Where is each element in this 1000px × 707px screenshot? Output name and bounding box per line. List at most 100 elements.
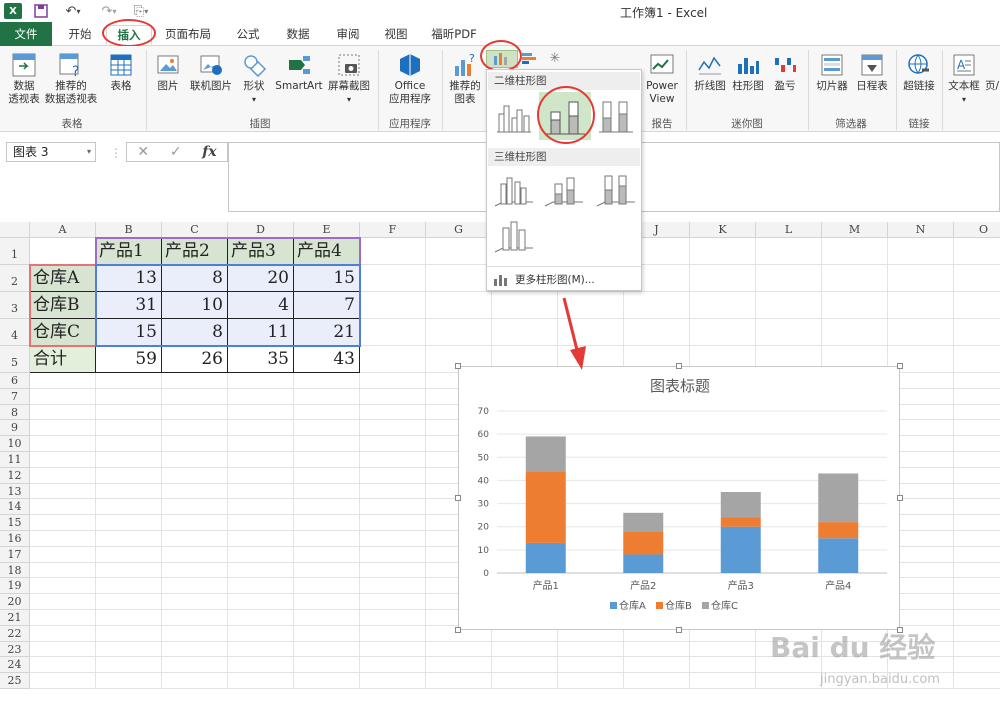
grid-cell[interactable]	[954, 547, 1000, 563]
grid-cell[interactable]	[294, 404, 360, 421]
grid-cell[interactable]	[162, 531, 228, 547]
column-header[interactable]: F	[360, 222, 426, 238]
picture-button[interactable]: 图片	[152, 52, 184, 93]
column-header[interactable]: E	[294, 222, 360, 238]
table-corner-cell[interactable]	[30, 238, 96, 265]
grid-cell[interactable]	[954, 373, 1000, 389]
grid-cell[interactable]	[954, 657, 1000, 674]
grid-cell[interactable]	[162, 373, 228, 389]
grid-cell[interactable]	[360, 578, 426, 595]
grid-cell[interactable]	[624, 673, 690, 689]
row-header[interactable]: 10	[0, 436, 30, 452]
row-header[interactable]: 24	[0, 657, 30, 674]
screenshot-button[interactable]: 屏幕截图 ▾	[326, 52, 372, 106]
tab-formulas[interactable]: 公式	[226, 25, 270, 45]
slicer-button[interactable]: 切片器	[812, 52, 852, 93]
grid-cell[interactable]	[822, 265, 888, 292]
grid-cell[interactable]	[954, 405, 1000, 421]
grid-cell[interactable]	[228, 373, 294, 389]
grid-cell[interactable]	[228, 578, 294, 595]
grid-cell[interactable]	[162, 546, 228, 563]
grid-cell[interactable]	[228, 657, 294, 674]
grid-cell[interactable]	[756, 265, 822, 292]
grid-cell[interactable]	[756, 292, 822, 319]
grid-cell[interactable]	[360, 562, 426, 579]
grid-cell[interactable]	[492, 673, 558, 689]
header-footer-button[interactable]: 页/	[984, 52, 1000, 93]
tab-foxit-pdf[interactable]: 福昕PDF	[424, 25, 484, 45]
row-header[interactable]: 17	[0, 546, 30, 563]
grid-cell[interactable]	[294, 673, 360, 689]
grid-cell[interactable]	[162, 452, 228, 468]
grid-cell[interactable]	[492, 319, 558, 346]
grid-cell[interactable]	[228, 531, 294, 547]
grid-cell[interactable]	[360, 467, 426, 484]
grid-cell[interactable]	[162, 467, 228, 484]
row-header[interactable]: 18	[0, 562, 30, 579]
grid-cell[interactable]	[294, 452, 360, 468]
hyperlink-button[interactable]: 超链接	[900, 52, 938, 93]
grid-cell[interactable]	[96, 420, 162, 437]
row-header[interactable]: 19	[0, 578, 30, 595]
table-header-cell[interactable]: 产品1	[96, 238, 162, 265]
grid-cell[interactable]	[294, 373, 360, 389]
grid-cell[interactable]	[96, 625, 162, 642]
table-button[interactable]: 表格	[104, 52, 138, 93]
grid-cell[interactable]	[228, 673, 294, 689]
grid-cell[interactable]	[30, 531, 96, 547]
sparkline-column-button[interactable]: 柱形图	[730, 52, 766, 93]
row-header[interactable]: 21	[0, 610, 30, 626]
grid-cell[interactable]	[360, 404, 426, 421]
grid-cell[interactable]	[360, 657, 426, 674]
grid-cell[interactable]	[294, 578, 360, 595]
grid-cell[interactable]	[360, 641, 426, 658]
grid-cell[interactable]	[30, 625, 96, 642]
grid-cell[interactable]	[690, 265, 756, 292]
row-header[interactable]: 11	[0, 452, 30, 468]
row-header[interactable]: 22	[0, 625, 30, 642]
resize-handle[interactable]	[455, 495, 461, 501]
grid-cell[interactable]	[294, 436, 360, 452]
row-label-cell[interactable]: 仓库C	[30, 319, 96, 346]
grid-cell[interactable]	[228, 420, 294, 437]
grid-cell[interactable]	[756, 238, 822, 265]
3d-clustered-column-option[interactable]	[493, 170, 535, 210]
column-header[interactable]: A	[30, 222, 96, 238]
grid-cell[interactable]	[162, 388, 228, 405]
grid-cell[interactable]	[756, 673, 822, 689]
grid-cell[interactable]	[96, 610, 162, 626]
grid-cell[interactable]	[690, 292, 756, 319]
grid-cell[interactable]	[360, 436, 426, 452]
grid-cell[interactable]	[690, 641, 756, 658]
grid-cell[interactable]	[426, 657, 492, 674]
grid-cell[interactable]	[162, 657, 228, 674]
grid-cell[interactable]	[954, 265, 1000, 292]
timeline-button[interactable]: 日程表	[854, 52, 890, 93]
recommended-pivot-button[interactable]: ? 推荐的 数据透视表	[44, 52, 98, 106]
table-header-cell[interactable]: 产品2	[162, 238, 228, 265]
grid-cell[interactable]	[624, 641, 690, 658]
grid-cell[interactable]	[360, 420, 426, 437]
row-header[interactable]: 4	[0, 319, 30, 346]
cancel-icon[interactable]: ✕	[137, 144, 149, 160]
grid-cell[interactable]	[162, 562, 228, 579]
grid-cell[interactable]	[294, 420, 360, 437]
grid-cell[interactable]	[822, 319, 888, 346]
row-label-cell[interactable]: 仓库B	[30, 292, 96, 319]
grid-cell[interactable]	[954, 238, 1000, 265]
row-header[interactable]: 12	[0, 467, 30, 484]
pivot-table-button[interactable]: 数据 透视表	[4, 52, 44, 106]
column-header[interactable]: L	[756, 222, 822, 238]
tab-file[interactable]: 文件	[0, 22, 52, 46]
row-header[interactable]: 8	[0, 404, 30, 421]
grid-cell[interactable]	[294, 562, 360, 579]
grid-cell[interactable]	[690, 319, 756, 346]
grid-cell[interactable]	[954, 346, 1000, 373]
tab-view[interactable]: 视图	[374, 25, 418, 45]
textbox-button[interactable]: A 文本框 ▾	[946, 52, 982, 106]
grid-cell[interactable]	[360, 373, 426, 389]
grid-cell[interactable]	[294, 531, 360, 547]
grid-cell[interactable]	[96, 531, 162, 547]
grid-cell[interactable]	[30, 594, 96, 610]
data-cell[interactable]: 20	[228, 265, 294, 292]
